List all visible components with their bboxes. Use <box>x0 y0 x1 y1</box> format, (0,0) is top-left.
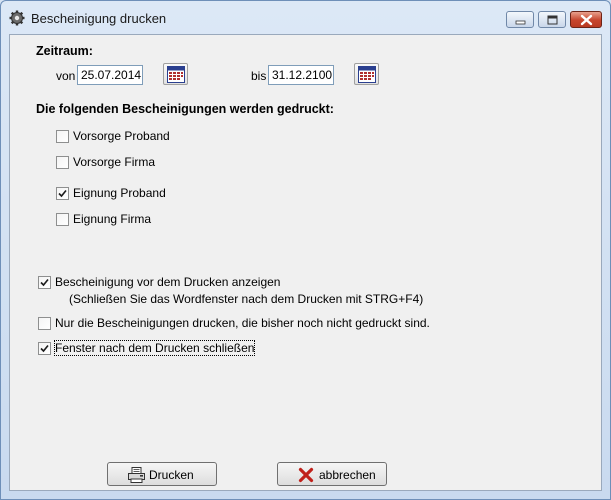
to-date-field[interactable]: 31.12.2100 <box>268 65 334 85</box>
from-label: von <box>56 69 76 83</box>
to-calendar-button[interactable] <box>354 63 379 85</box>
window-title: Bescheinigung drucken <box>31 11 167 26</box>
print-button-label: Drucken <box>149 468 194 482</box>
minimize-icon <box>515 20 526 25</box>
cancel-button-label: abbrechen <box>319 468 376 482</box>
maximize-icon <box>547 15 558 25</box>
to-label: bis <box>251 69 267 83</box>
label-preview: Bescheinigung vor dem Drucken anzeigen <box>55 275 281 289</box>
dialog-content: Zeitraum: von 25.07.2014 bis 31.12.2100 <box>9 34 602 491</box>
checkmark-icon <box>40 278 49 287</box>
red-x-icon <box>298 467 314 483</box>
close-icon <box>580 14 593 26</box>
checkbox-vorsorge-firma[interactable] <box>56 156 69 169</box>
calendar-icon <box>358 66 376 83</box>
calendar-icon <box>167 66 185 83</box>
checkmark-icon <box>58 189 67 198</box>
label-eignung-firma: Eignung Firma <box>73 212 152 226</box>
label-only-new: Nur die Bescheinigungen drucken, die bis… <box>55 316 430 330</box>
from-date-field[interactable]: 25.07.2014 <box>77 65 143 85</box>
checkmark-icon <box>40 344 49 353</box>
label-vorsorge-firma: Vorsorge Firma <box>73 155 156 169</box>
print-button[interactable]: Drucken <box>107 462 217 486</box>
checkbox-eignung-firma[interactable] <box>56 213 69 226</box>
title-bar[interactable]: Bescheinigung drucken <box>1 1 610 35</box>
maximize-button[interactable] <box>538 11 566 28</box>
gear-icon <box>9 10 25 26</box>
checkbox-only-new[interactable] <box>38 317 51 330</box>
checkbox-eignung-proband[interactable] <box>56 187 69 200</box>
minimize-button[interactable] <box>506 11 534 28</box>
cancel-button[interactable]: abbrechen <box>277 462 387 486</box>
label-eignung-proband: Eignung Proband <box>73 186 166 200</box>
label-vorsorge-proband: Vorsorge Proband <box>73 129 170 143</box>
close-button[interactable] <box>570 11 602 28</box>
preview-hint: (Schließen Sie das Wordfenster nach dem … <box>69 292 424 306</box>
label-close-after: Fenster nach dem Drucken schließen <box>53 340 256 356</box>
dialog-window: Bescheinigung drucken Zeitraum: von 25.0… <box>0 0 611 500</box>
from-calendar-button[interactable] <box>163 63 188 85</box>
period-heading: Zeitraum: <box>36 44 93 58</box>
checkbox-vorsorge-proband[interactable] <box>56 130 69 143</box>
certificates-heading: Die folgenden Bescheinigungen werden ged… <box>36 102 334 116</box>
printer-icon <box>128 467 145 483</box>
checkbox-close-after[interactable] <box>38 342 51 355</box>
checkbox-preview[interactable] <box>38 276 51 289</box>
